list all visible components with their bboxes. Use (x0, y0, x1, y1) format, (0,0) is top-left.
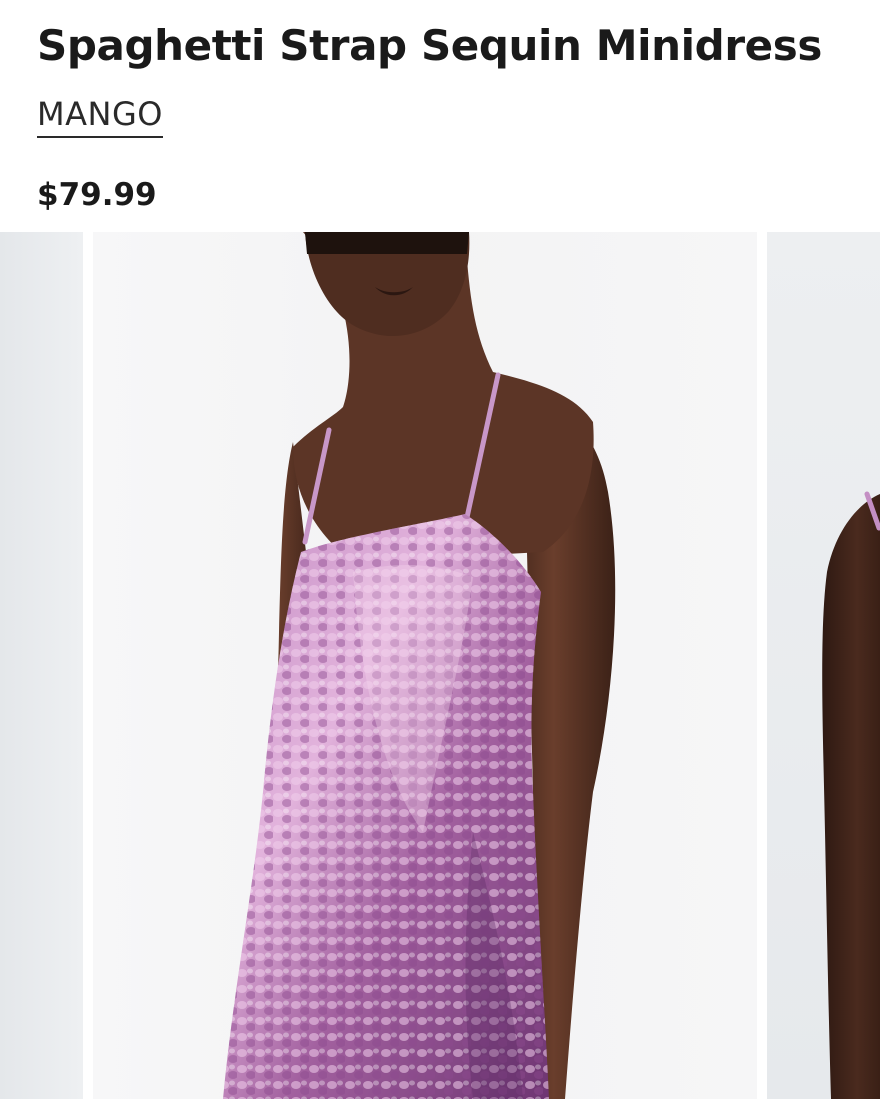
next-image-photo (767, 232, 880, 1099)
product-price: $79.99 (37, 177, 157, 213)
next-product-image[interactable] (767, 232, 880, 1099)
brand-link[interactable]: MANGO (37, 93, 163, 138)
product-image-carousel[interactable] (0, 232, 880, 1099)
main-product-image[interactable] (93, 232, 757, 1099)
previous-image-photo (0, 232, 83, 1099)
previous-product-image[interactable] (0, 232, 83, 1099)
product-header: Spaghetti Strap Sequin Minidress MANGO $… (0, 0, 880, 232)
product-title: Spaghetti Strap Sequin Minidress (37, 21, 822, 70)
main-image-photo (93, 232, 757, 1099)
